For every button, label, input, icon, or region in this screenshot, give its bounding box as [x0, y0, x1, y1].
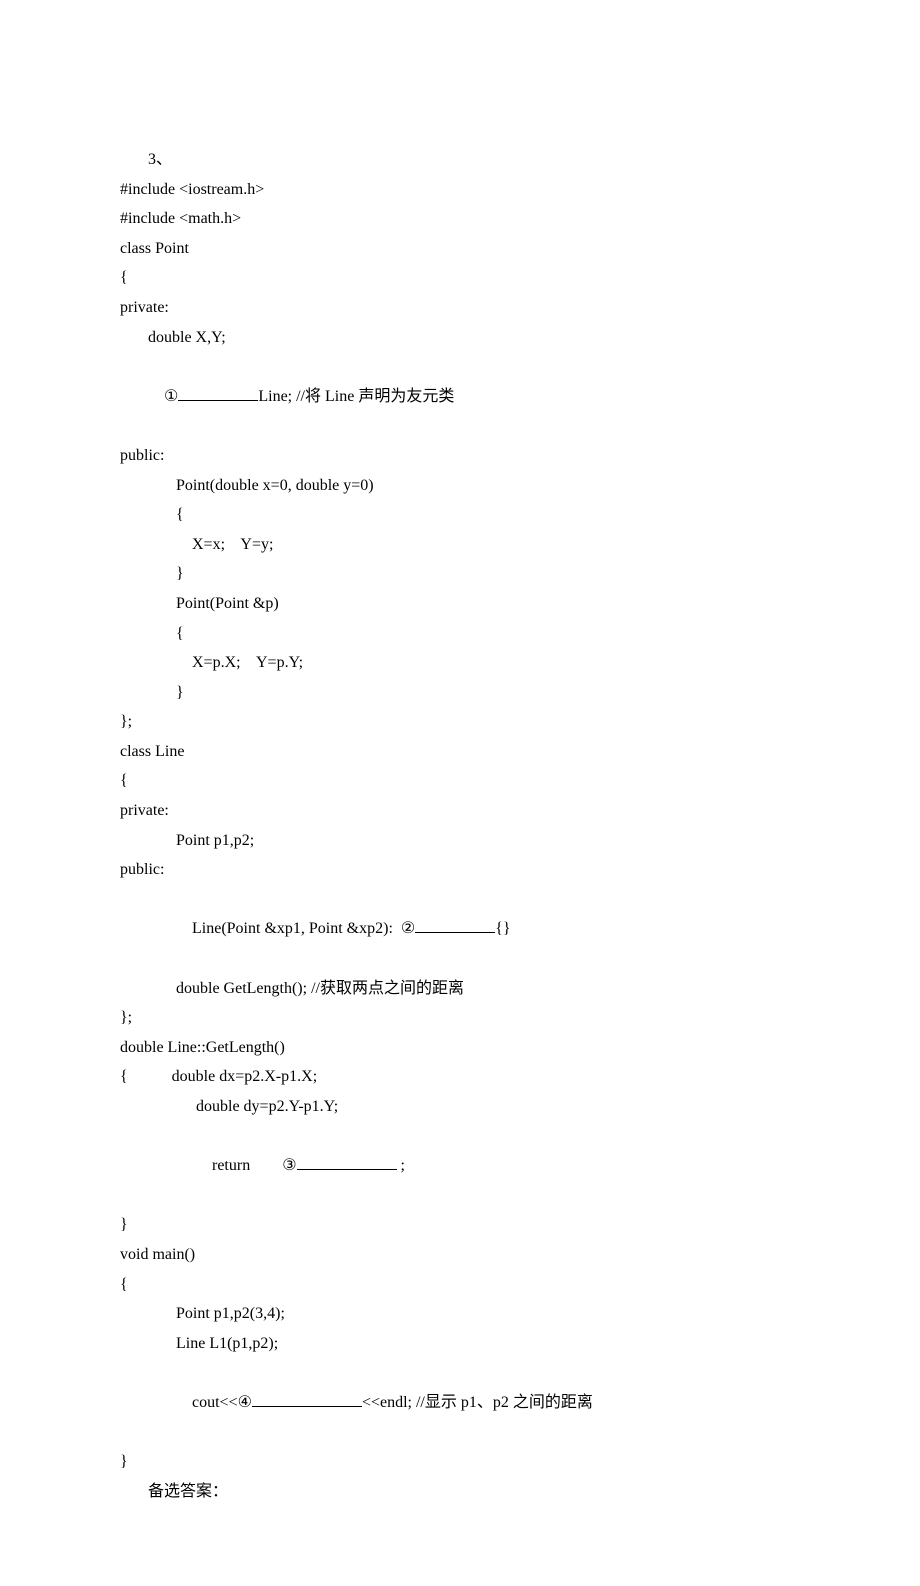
code-line-blank-3: return ③ ;	[120, 1122, 800, 1211]
code-text: cout<<④	[192, 1394, 252, 1411]
blank-marker-1: ①	[164, 382, 178, 412]
code-line: };	[120, 1003, 800, 1033]
code-line-blank-1: ① Line; //将 Line 声明为友元类	[120, 352, 800, 441]
code-line: {	[120, 263, 800, 293]
code-line: { double dx=p2.X-p1.X;	[120, 1062, 800, 1092]
code-line: #include <math.h>	[120, 204, 800, 234]
code-line: #include <iostream.h>	[120, 175, 800, 205]
code-line: }	[120, 678, 800, 708]
code-line: public:	[120, 855, 800, 885]
code-line: Point p1,p2(3,4);	[120, 1299, 800, 1329]
code-line: }	[120, 1447, 800, 1477]
code-line: }	[120, 559, 800, 589]
code-text: ;	[397, 1157, 405, 1174]
code-line: };	[120, 707, 800, 737]
code-line: Point(double x=0, double y=0)	[120, 471, 800, 501]
code-text: Line(Point &xp1, Point &xp2): ②	[192, 920, 415, 937]
code-line: X=p.X; Y=p.Y;	[120, 648, 800, 678]
code-line: double X,Y;	[120, 323, 800, 353]
code-text: <<endl; //显示 p1、p2 之间的距离	[362, 1394, 593, 1411]
code-line: double GetLength(); //获取两点之间的距离	[120, 974, 800, 1004]
fill-blank-2[interactable]	[415, 916, 495, 933]
code-line: void main()	[120, 1240, 800, 1270]
code-line: {	[120, 1270, 800, 1300]
code-line: {	[120, 500, 800, 530]
code-text: {}	[495, 920, 510, 937]
code-line: private:	[120, 796, 800, 826]
code-text: Line; //将 Line 声明为友元类	[258, 388, 454, 405]
fill-blank-3[interactable]	[297, 1153, 397, 1170]
code-line-blank-2: Line(Point &xp1, Point &xp2): ② {}	[120, 885, 800, 974]
code-line: double Line::GetLength()	[120, 1033, 800, 1063]
code-line: }	[120, 1210, 800, 1240]
code-line: Point p1,p2;	[120, 826, 800, 856]
code-line: X=x; Y=y;	[120, 530, 800, 560]
code-line: Line L1(p1,p2);	[120, 1329, 800, 1359]
code-line: class Line	[120, 737, 800, 767]
code-line: private:	[120, 293, 800, 323]
code-text: return ③	[212, 1157, 297, 1174]
answer-choices-label: 备选答案：	[120, 1477, 800, 1507]
question-number: 3、	[120, 145, 800, 175]
code-line: {	[120, 766, 800, 796]
fill-blank-1[interactable]	[178, 384, 258, 401]
code-line: Point(Point &p)	[120, 589, 800, 619]
code-line: double dy=p2.Y-p1.Y;	[120, 1092, 800, 1122]
code-line: {	[120, 619, 800, 649]
code-line-blank-4: cout<<④ <<endl; //显示 p1、p2 之间的距离	[120, 1358, 800, 1447]
fill-blank-4[interactable]	[252, 1390, 362, 1407]
code-line: public:	[120, 441, 800, 471]
document-page: 3、 #include <iostream.h> #include <math.…	[0, 0, 920, 1586]
code-line: class Point	[120, 234, 800, 264]
